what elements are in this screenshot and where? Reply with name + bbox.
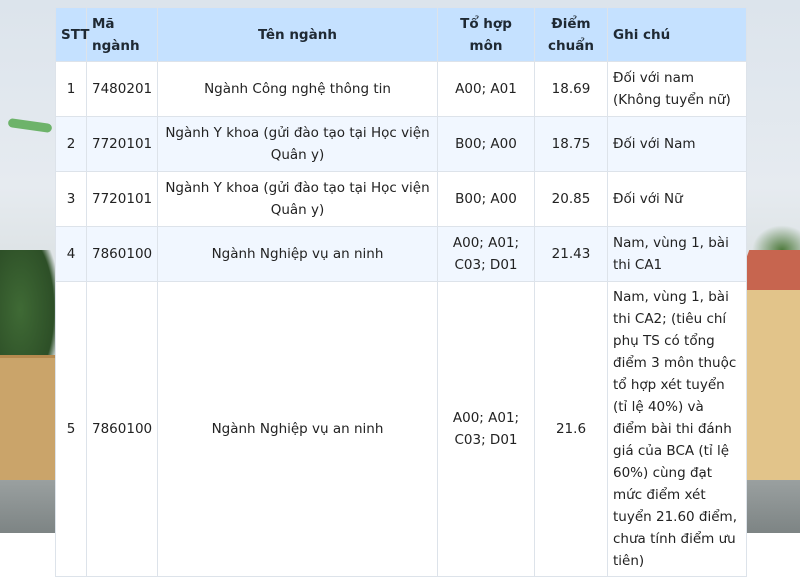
- cell-to-hop-mon: B00; A00: [437, 116, 535, 172]
- cell-diem-chuan: 18.75: [534, 116, 608, 172]
- table-row: 5 7860100 Ngành Nghiệp vụ an ninh A00; A…: [55, 281, 747, 577]
- cell-to-hop-mon: B00; A00: [437, 171, 535, 227]
- header-diem-chuan: Điểm chuẩn: [534, 7, 608, 62]
- table-row: 3 7720101 Ngành Y khoa (gửi đào tạo tại …: [55, 171, 747, 227]
- cell-diem-chuan: 21.6: [534, 281, 608, 577]
- cell-stt: 1: [55, 61, 87, 117]
- table-body: 1 7480201 Ngành Công nghệ thông tin A00;…: [55, 61, 747, 577]
- cell-ghi-chu: Nam, vùng 1, bài thi CA2; (tiêu chí phụ …: [607, 281, 747, 577]
- header-stt: STT: [55, 7, 89, 62]
- cell-ma-nganh: 7860100: [86, 281, 158, 577]
- cell-to-hop-mon: A00; A01: [437, 61, 535, 117]
- header-row: STT Mã ngành Tên ngành Tổ hợp môn Điểm c…: [55, 7, 747, 62]
- cell-ma-nganh: 7720101: [86, 116, 158, 172]
- cell-to-hop-mon: A00; A01; C03; D01: [437, 281, 535, 577]
- header-ghi-chu: Ghi chú: [607, 7, 747, 62]
- cell-ma-nganh: 7860100: [86, 226, 158, 282]
- cell-ten-nganh: Ngành Nghiệp vụ an ninh: [157, 281, 438, 577]
- cell-stt: 4: [55, 226, 87, 282]
- table-row: 2 7720101 Ngành Y khoa (gửi đào tạo tại …: [55, 116, 747, 172]
- cell-ghi-chu: Đối với nam (Không tuyển nữ): [607, 61, 747, 117]
- admission-scores-table: STT Mã ngành Tên ngành Tổ hợp môn Điểm c…: [55, 7, 747, 577]
- cell-stt: 3: [55, 171, 87, 227]
- background-street-lamp: [7, 117, 53, 134]
- admission-scores-table-container: STT Mã ngành Tên ngành Tổ hợp môn Điểm c…: [55, 7, 747, 577]
- cell-diem-chuan: 21.43: [534, 226, 608, 282]
- cell-ma-nganh: 7480201: [86, 61, 158, 117]
- header-to-hop-mon: Tổ hợp môn: [437, 7, 535, 62]
- cell-stt: 5: [55, 281, 87, 577]
- header-ma-nganh: Mã ngành: [86, 7, 158, 62]
- cell-ten-nganh: Ngành Y khoa (gửi đào tạo tại Học viện Q…: [157, 116, 438, 172]
- cell-stt: 2: [55, 116, 87, 172]
- cell-diem-chuan: 18.69: [534, 61, 608, 117]
- cell-ghi-chu: Đối với Nam: [607, 116, 747, 172]
- cell-diem-chuan: 20.85: [534, 171, 608, 227]
- background-wall-left: [0, 355, 55, 488]
- background-house-right: [742, 290, 800, 480]
- table-row: 1 7480201 Ngành Công nghệ thông tin A00;…: [55, 61, 747, 117]
- table-header: STT Mã ngành Tên ngành Tổ hợp môn Điểm c…: [55, 7, 747, 62]
- cell-ten-nganh: Ngành Y khoa (gửi đào tạo tại Học viện Q…: [157, 171, 438, 227]
- table-row: 4 7860100 Ngành Nghiệp vụ an ninh A00; A…: [55, 226, 747, 282]
- cell-ghi-chu: Nam, vùng 1, bài thi CA1: [607, 226, 747, 282]
- cell-ghi-chu: Đối với Nữ: [607, 171, 747, 227]
- cell-to-hop-mon: A00; A01; C03; D01: [437, 226, 535, 282]
- cell-ma-nganh: 7720101: [86, 171, 158, 227]
- header-ten-nganh: Tên ngành: [157, 7, 438, 62]
- cell-ten-nganh: Ngành Công nghệ thông tin: [157, 61, 438, 117]
- cell-ten-nganh: Ngành Nghiệp vụ an ninh: [157, 226, 438, 282]
